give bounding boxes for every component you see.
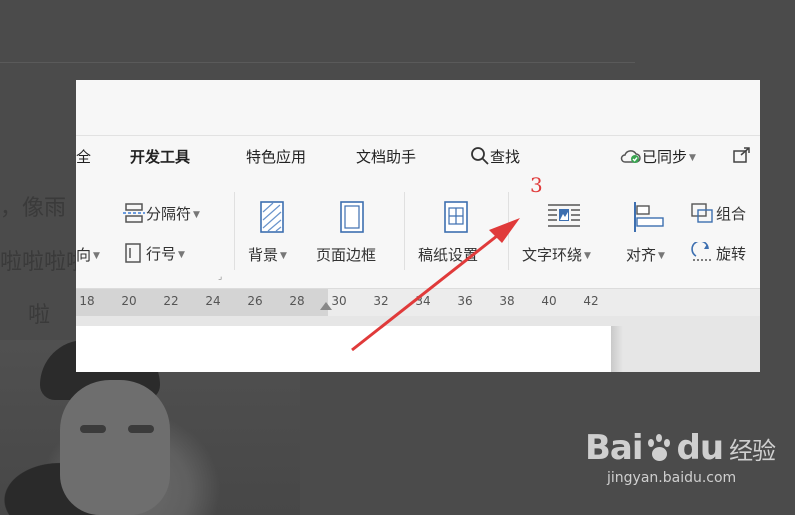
photo-eye-right bbox=[128, 425, 154, 433]
background-text-line-3: 啦 bbox=[28, 303, 51, 328]
background-divider bbox=[0, 62, 635, 63]
watermark-product: 经验 bbox=[729, 436, 776, 465]
baidu-jingyan-watermark: Bai du 经验 jingyan.baidu.com bbox=[585, 428, 776, 486]
background-text-line-2: 啦啦啦啦 bbox=[0, 250, 89, 275]
paw-icon bbox=[645, 433, 675, 463]
red-arrow-annotation bbox=[351, 218, 520, 352]
photo-face bbox=[60, 380, 170, 515]
watermark-brand-tail: du bbox=[676, 428, 725, 468]
background-text-line-1: ，像雨 bbox=[0, 196, 67, 221]
wps-screenshot-panel: 全 开发工具 特色应用 文档助手 查找 已同步 ▼ 向 ▼ 分隔符 ▼ 行号 ▼… bbox=[76, 80, 760, 372]
photo-eye-left bbox=[80, 425, 106, 433]
watermark-brand: Bai bbox=[585, 428, 644, 468]
watermark-logo: Bai du 经验 bbox=[585, 428, 776, 468]
watermark-url: jingyan.baidu.com bbox=[607, 470, 737, 486]
